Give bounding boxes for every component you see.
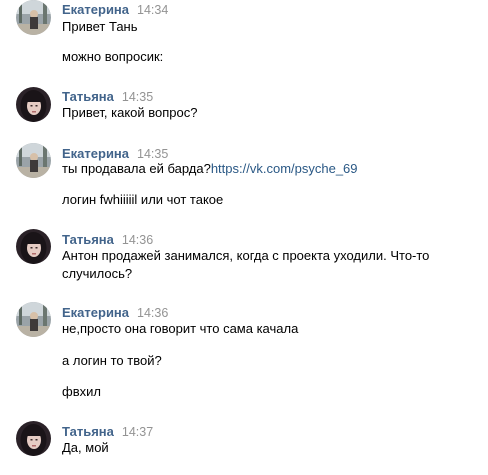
avatar-photo-portrait bbox=[16, 229, 51, 264]
avatar-photo-outdoor bbox=[16, 143, 51, 178]
message-text: Да, мой bbox=[62, 440, 109, 455]
avatar-ekaterina[interactable] bbox=[16, 302, 51, 337]
avatar-photo-outdoor bbox=[16, 0, 51, 35]
message-time[interactable]: 14:35 bbox=[137, 147, 168, 161]
author-name[interactable]: Екатерина bbox=[62, 146, 129, 161]
profile-link[interactable]: https://vk.com/psyche_69 bbox=[211, 161, 358, 176]
author-name[interactable]: Татьяна bbox=[62, 89, 114, 104]
avatar-ekaterina[interactable] bbox=[16, 143, 51, 178]
author-name[interactable]: Екатерина bbox=[62, 305, 129, 320]
message-text: не,просто она говорит что сама качала bbox=[62, 321, 299, 336]
avatar-photo-portrait bbox=[16, 421, 51, 456]
chat-history: Екатерина 14:34 Привет Тань можно вопроси… bbox=[0, 0, 488, 475]
message-text: а логин то твой? bbox=[62, 353, 162, 368]
message-text: случилось? bbox=[62, 266, 133, 281]
message-text: логин fwhiiiiil или чот такое bbox=[62, 192, 224, 207]
message-time[interactable]: 14:35 bbox=[122, 90, 153, 104]
author-name[interactable]: Татьяна bbox=[62, 424, 114, 439]
message-text: Антон продажей занимался, когда с проект… bbox=[62, 248, 430, 263]
avatar-tatyana[interactable] bbox=[16, 229, 51, 264]
avatar-tatyana[interactable] bbox=[16, 87, 51, 122]
message-text: Привет Тань bbox=[62, 19, 138, 34]
message-text-part: ты продавала ей барда? bbox=[62, 161, 211, 176]
author-name[interactable]: Екатерина bbox=[62, 2, 129, 17]
message-time[interactable]: 14:36 bbox=[137, 306, 168, 320]
avatar-tatyana[interactable] bbox=[16, 421, 51, 456]
message-text: ты продавала ей барда?https://vk.com/psy… bbox=[62, 160, 472, 178]
message-text: Привет, какой вопрос? bbox=[62, 105, 198, 120]
author-name[interactable]: Татьяна bbox=[62, 232, 114, 247]
message-time[interactable]: 14:34 bbox=[137, 3, 168, 17]
message-time[interactable]: 14:37 bbox=[122, 425, 153, 439]
avatar-photo-portrait bbox=[16, 87, 51, 122]
avatar-photo-outdoor bbox=[16, 302, 51, 337]
avatar-ekaterina[interactable] bbox=[16, 0, 51, 35]
message-text: фвхил bbox=[62, 384, 101, 399]
message-time[interactable]: 14:36 bbox=[122, 233, 153, 247]
message-text: можно вопросик: bbox=[62, 49, 164, 64]
